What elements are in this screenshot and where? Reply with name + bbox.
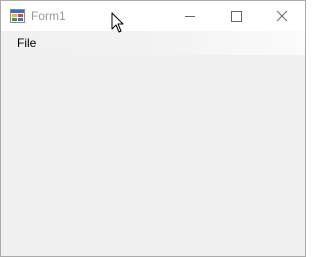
form-client-area	[1, 55, 305, 256]
title-bar[interactable]: Form1	[1, 1, 305, 31]
app-window: Form1 File	[0, 0, 306, 257]
arrow-pointer-icon	[111, 12, 125, 34]
minimize-icon	[185, 16, 195, 17]
window-title: Form1	[31, 9, 66, 23]
maximize-button[interactable]	[213, 1, 259, 31]
close-button[interactable]	[259, 1, 305, 31]
menu-item-file[interactable]: File	[9, 33, 44, 53]
close-icon	[276, 10, 288, 22]
app-icon[interactable]	[10, 9, 25, 23]
maximize-icon	[231, 11, 242, 22]
menu-bar: File	[1, 31, 305, 55]
minimize-button[interactable]	[167, 1, 213, 31]
